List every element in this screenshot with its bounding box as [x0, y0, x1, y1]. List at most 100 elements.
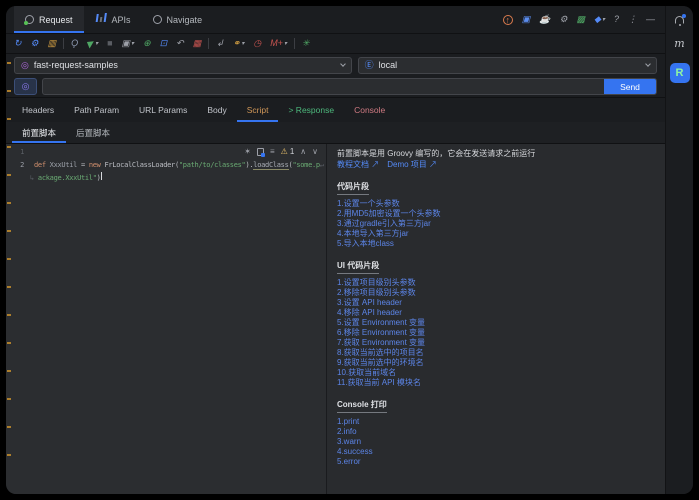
- minimize-icon[interactable]: —: [646, 15, 655, 24]
- icon-glyph: ⚙: [30, 38, 39, 48]
- snippet-link[interactable]: 5.error: [337, 457, 655, 467]
- maven-tool-button[interactable]: m: [674, 37, 684, 50]
- script-sub-tabs: 前置脚本 后置脚本: [6, 122, 665, 144]
- icon-glyph: ↑: [502, 14, 513, 25]
- snippet-link[interactable]: 4.本地导入第三方jar: [337, 229, 655, 239]
- snippet-link[interactable]: 7.获取 Environment 变量: [337, 338, 655, 348]
- url-input[interactable]: [43, 79, 656, 94]
- history-clock-icon[interactable]: ◷: [253, 39, 261, 48]
- snippet-link[interactable]: 3.通过gradle引入第三方jar: [337, 219, 655, 229]
- cube-icon[interactable]: ⊡: [160, 39, 168, 48]
- snippet-link[interactable]: 6.移除 Environment 变量: [337, 328, 655, 338]
- titlebar: Request APIs Navigate ↑ ▣ ☕ ⚙ ▩ ◆ ▾? ⋮ —: [6, 6, 665, 34]
- icon-glyph: ⚙: [559, 14, 568, 24]
- tab-console[interactable]: Console: [344, 98, 395, 122]
- send-button[interactable]: Send: [604, 79, 656, 94]
- clipboard-icon[interactable]: [256, 147, 265, 157]
- prev-problem-icon[interactable]: ∧: [300, 147, 306, 156]
- code-token: XxxUtil: [49, 161, 81, 169]
- wrap-lines-icon[interactable]: ≡: [270, 147, 275, 156]
- notifications-bell-icon[interactable]: [675, 14, 686, 26]
- icon-glyph: ⚭: [232, 38, 241, 48]
- snippet-link[interactable]: 8.获取当前选中的项目名: [337, 348, 655, 358]
- help-icon[interactable]: ?: [614, 15, 619, 24]
- method-selector[interactable]: ◎: [14, 78, 37, 95]
- tab-request[interactable]: Request: [14, 6, 84, 33]
- send-request-icon[interactable]: ▶ ▾: [85, 37, 99, 49]
- snippet-link[interactable]: 5.设置 Environment 变量: [337, 318, 655, 328]
- snippet-link[interactable]: 4.success: [337, 447, 655, 457]
- section-heading: Console 打印: [337, 399, 387, 413]
- next-problem-icon[interactable]: ∨: [312, 147, 318, 156]
- clear-icon[interactable]: ▦: [193, 39, 202, 48]
- chevron-down-icon: [339, 61, 346, 67]
- main-column: Request APIs Navigate ↑ ▣ ☕ ⚙ ▩ ◆ ▾? ⋮ — ↻ ⚙ ▥ Ϙ ▶ ▾…: [6, 6, 665, 494]
- snippet-link[interactable]: 10.获取当前域名: [337, 368, 655, 378]
- tab-path-param[interactable]: Path Param: [64, 98, 129, 122]
- locate-icon[interactable]: ⊕: [143, 39, 151, 48]
- tab-navigate-label: Navigate: [166, 14, 203, 25]
- tab-response[interactable]: > Response: [278, 98, 344, 122]
- code-token: "some.p: [292, 161, 320, 169]
- settings-gear-icon[interactable]: ⚙: [559, 15, 567, 24]
- license-badge-icon[interactable]: ▩: [577, 15, 586, 24]
- burst-icon[interactable]: ✳: [302, 39, 310, 48]
- icon-glyph: ⋮: [628, 14, 637, 24]
- stop-icon[interactable]: ■: [107, 39, 112, 48]
- ai-actions-icon[interactable]: ✶: [244, 147, 251, 156]
- link-icon[interactable]: ⚭ ▾: [233, 39, 245, 48]
- navigate-tab-icon: [152, 15, 162, 24]
- ai-robot-icon[interactable]: ▣: [522, 15, 531, 24]
- tab-post-script[interactable]: 后置脚本: [66, 122, 120, 143]
- save-icon[interactable]: ▣ ▾: [122, 39, 135, 48]
- project-select[interactable]: ◎ fast-request-samples: [14, 56, 352, 74]
- script-help-panel: 前置脚本是用 Groovy 编写的，它会在发送请求之前运行 教程文档 ↗ Demo…: [327, 144, 665, 494]
- undo-icon[interactable]: ↶: [176, 39, 184, 48]
- dropdown-arrow-icon: ▾: [601, 16, 605, 23]
- toolbar-separator: [63, 38, 65, 49]
- tab-script[interactable]: Script: [237, 98, 279, 122]
- code-token: new: [88, 161, 105, 169]
- tab-body[interactable]: Body: [197, 98, 236, 122]
- icon-glyph: ▩: [576, 14, 586, 24]
- icon-glyph: —: [646, 14, 655, 24]
- coffee-icon[interactable]: ☕: [539, 15, 550, 24]
- snippet-link[interactable]: 1.设置一个头参数: [337, 199, 655, 209]
- code-token: loadClass: [253, 161, 289, 170]
- pro-gem-icon[interactable]: ◆ ▾: [594, 15, 605, 24]
- tab-pre-script[interactable]: 前置脚本: [12, 122, 66, 143]
- doc-link[interactable]: Demo 项目 ↗: [387, 159, 437, 170]
- upgrade-icon[interactable]: ↑: [502, 14, 513, 25]
- snippet-link[interactable]: 1.设置项目级别头参数: [337, 278, 655, 288]
- sync-icon[interactable]: ↻: [14, 39, 22, 48]
- toolbar-separator: [293, 38, 295, 49]
- snippet-link[interactable]: 2.用MD5加密设置一个头参数: [337, 209, 655, 219]
- markdown-icon[interactable]: M+ ▾: [270, 39, 287, 48]
- snippet-link[interactable]: 4.移除 API header: [337, 308, 655, 318]
- section-ui-snippets: UI 代码片段 1.设置项目级别头参数 2.移除项目级别头参数 3.设置 API h…: [337, 260, 655, 388]
- environment-icon: Ⓔ: [364, 59, 374, 70]
- fast-request-tool-button[interactable]: R: [669, 63, 690, 83]
- warning-icon[interactable]: ⚠: [281, 147, 288, 156]
- snippet-link[interactable]: 2.info: [337, 427, 655, 437]
- script-code-editor[interactable]: 1 2 def XxxUtil = new FrLocalClassLoader…: [6, 144, 326, 494]
- snippet-link[interactable]: 2.移除项目级别头参数: [337, 288, 655, 298]
- snippet-link[interactable]: 1.print: [337, 417, 655, 427]
- snippet-link[interactable]: 3.设置 API header: [337, 298, 655, 308]
- more-options-icon[interactable]: ⋮: [628, 15, 637, 24]
- environment-select[interactable]: Ⓔ local: [357, 56, 657, 74]
- card-view-icon[interactable]: ▥: [48, 39, 57, 48]
- icon-glyph: ↲: [216, 38, 224, 48]
- tab-navigate[interactable]: Navigate: [142, 6, 214, 33]
- snippet-link[interactable]: 5.导入本地class: [337, 239, 655, 249]
- snippet-link[interactable]: 3.warn: [337, 437, 655, 447]
- config-gear-icon[interactable]: ⚙: [31, 39, 39, 48]
- import-icon[interactable]: ↲: [216, 39, 224, 48]
- tab-headers[interactable]: Headers: [12, 98, 64, 122]
- search-icon[interactable]: Ϙ: [71, 39, 78, 48]
- snippet-link[interactable]: 11.获取当前 API 模块名: [337, 378, 655, 388]
- doc-link[interactable]: 教程文档 ↗: [337, 159, 379, 170]
- snippet-link[interactable]: 9.获取当前选中的环境名: [337, 358, 655, 368]
- tab-apis[interactable]: APIs: [84, 6, 142, 33]
- tab-url-params[interactable]: URL Params: [129, 98, 197, 122]
